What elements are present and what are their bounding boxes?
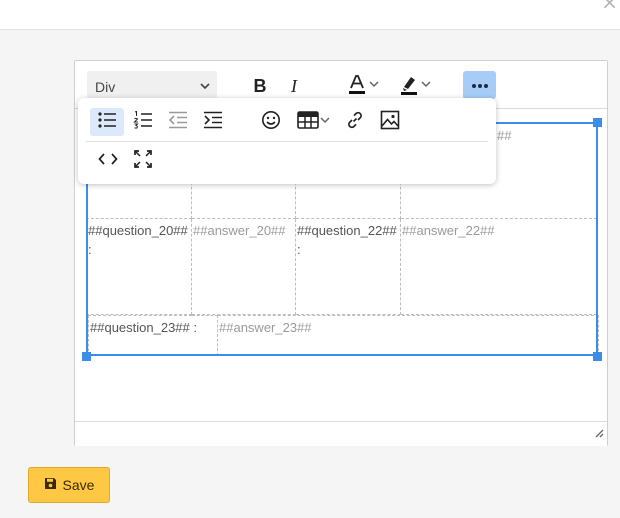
table-button[interactable] bbox=[292, 108, 336, 136]
image-button[interactable] bbox=[375, 108, 405, 136]
resize-handle-top-right[interactable] bbox=[593, 118, 602, 127]
italic-button[interactable]: I bbox=[281, 73, 307, 99]
numbered-list-button[interactable] bbox=[128, 108, 158, 136]
bold-button[interactable]: B bbox=[247, 73, 273, 99]
fullscreen-button[interactable] bbox=[128, 147, 158, 175]
save-icon bbox=[44, 477, 57, 493]
link-button[interactable] bbox=[340, 108, 370, 136]
save-button[interactable]: Save bbox=[28, 467, 110, 503]
chevron-down-icon bbox=[199, 79, 211, 95]
image-icon bbox=[380, 110, 400, 135]
indent-button[interactable] bbox=[198, 108, 228, 136]
answer-cell[interactable]: ##answer_20## bbox=[191, 218, 296, 315]
qa-table-bottom: ##question_23## : ##answer_23## bbox=[87, 315, 600, 356]
table-row: ##question_20## : ##answer_20## ##questi… bbox=[86, 218, 597, 315]
question-cell[interactable]: ##question_23## : bbox=[87, 315, 219, 356]
text-color-button[interactable] bbox=[341, 73, 385, 99]
table-row: ##question_23## : ##answer_23## bbox=[87, 315, 600, 356]
close-icon[interactable]: × bbox=[601, 0, 618, 12]
dialog-header: × bbox=[0, 0, 620, 30]
chevron-down-icon bbox=[319, 113, 331, 131]
popup-divider bbox=[86, 141, 488, 142]
answer-fragment: ## bbox=[497, 128, 512, 143]
text-color-icon bbox=[346, 73, 368, 100]
save-label: Save bbox=[62, 477, 95, 493]
bullet-list-button[interactable] bbox=[90, 108, 124, 136]
source-code-button[interactable] bbox=[93, 147, 123, 175]
italic-icon: I bbox=[291, 75, 297, 96]
more-dots-icon bbox=[471, 76, 489, 94]
resize-handle-bottom-left[interactable] bbox=[82, 352, 91, 361]
block-format-value: Div bbox=[95, 79, 116, 95]
outdent-icon bbox=[168, 111, 188, 134]
highlight-color-button[interactable] bbox=[393, 73, 437, 99]
source-code-icon bbox=[98, 151, 118, 172]
chevron-down-icon bbox=[368, 77, 380, 95]
table-icon bbox=[297, 110, 319, 134]
resize-handle-bottom-right[interactable] bbox=[593, 352, 602, 361]
more-button[interactable] bbox=[463, 71, 496, 99]
emoji-button[interactable] bbox=[256, 108, 286, 136]
numbered-list-icon bbox=[133, 110, 153, 134]
highlighter-icon bbox=[398, 73, 420, 100]
editor-statusbar bbox=[75, 421, 607, 446]
indent-icon bbox=[203, 111, 223, 134]
more-toolbar-popup bbox=[78, 98, 496, 184]
resize-grip-icon[interactable] bbox=[595, 425, 604, 443]
answer-cell[interactable]: ##answer_22## bbox=[400, 218, 597, 315]
fullscreen-icon bbox=[134, 149, 152, 173]
bold-icon: B bbox=[253, 75, 267, 96]
question-cell[interactable]: ##question_22## : bbox=[295, 218, 401, 315]
outdent-button[interactable] bbox=[163, 108, 193, 136]
chevron-down-icon bbox=[420, 77, 432, 95]
bullet-list-icon bbox=[97, 111, 117, 134]
link-icon bbox=[345, 110, 365, 135]
question-cell[interactable]: ##question_20## : bbox=[86, 218, 192, 315]
block-format-select[interactable]: Div bbox=[87, 71, 217, 99]
answer-cell[interactable]: ##answer_23## bbox=[217, 315, 600, 356]
emoji-icon bbox=[261, 110, 281, 135]
